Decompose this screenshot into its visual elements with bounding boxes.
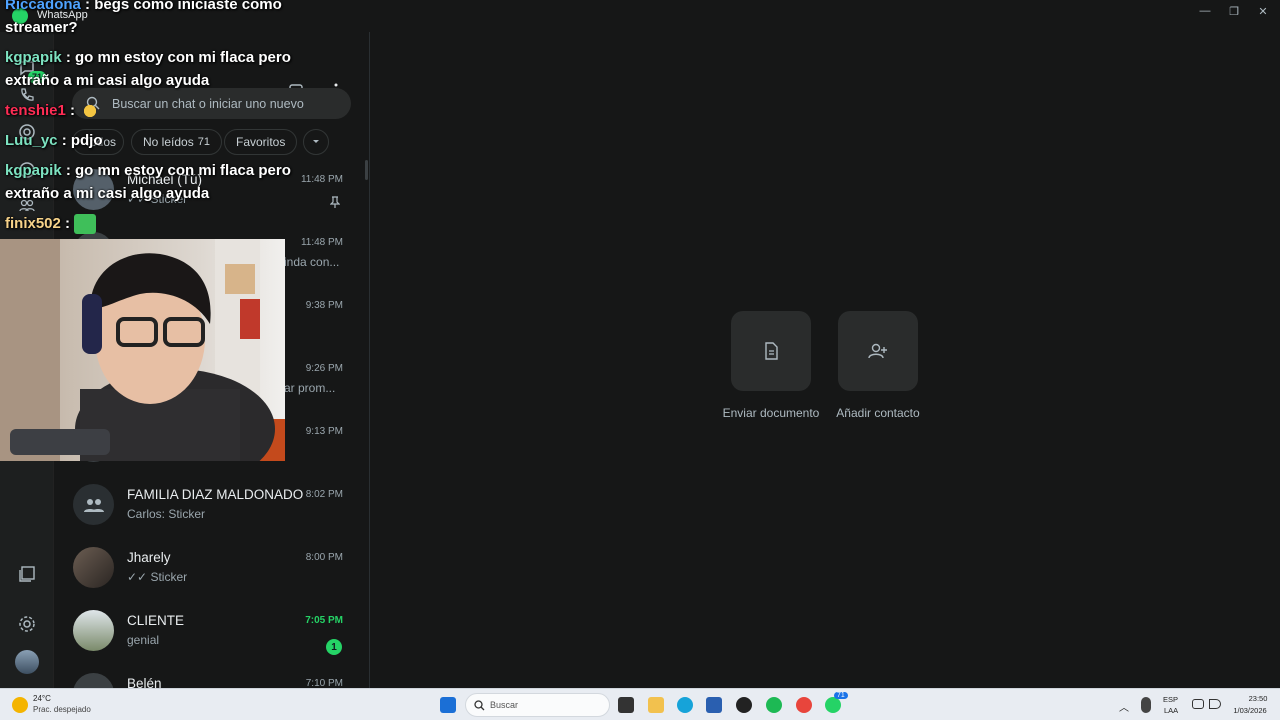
settings-gear-icon[interactable] [17, 614, 37, 634]
stream-chat-message: finix502 : [5, 212, 305, 235]
stream-chat-username: kgpapik [5, 162, 62, 179]
chat-time: 8:02 PM [305, 489, 343, 500]
stream-chat-username: kgpapik [5, 49, 62, 66]
add-contact-label: Añadir contacto [836, 406, 920, 420]
search-icon [474, 700, 485, 711]
edge-icon[interactable] [677, 697, 693, 713]
chat-time: 7:05 PM [305, 615, 343, 626]
stream-chat-message: kgpapik : go mn estoy con mi flaca pero … [5, 159, 305, 205]
chat-preview: Carlos: Sticker [127, 507, 206, 521]
stream-chat-message: Riccadona : begs como iniciaste como str… [5, 0, 305, 39]
chat-row[interactable]: Belén 7:10 PM [54, 664, 369, 688]
chat-time: 9:38 PM [305, 300, 343, 311]
add-contact-button[interactable] [838, 311, 918, 391]
chat-avatar [73, 547, 114, 588]
chat-preview: ✓✓ Sticker [127, 570, 188, 584]
chat-preview: ar prom... [284, 381, 336, 395]
pin-icon [330, 196, 340, 208]
unread-badge: 1 [326, 639, 342, 655]
stream-chat-message: tenshie1 : [5, 99, 305, 122]
streamer-webcam-image [0, 239, 285, 461]
chat-time: 11:48 PM [300, 174, 343, 185]
chat-name: FAMILIA DIAZ MALDONADO [127, 487, 304, 502]
keyboard-layout: LAA [1164, 706, 1179, 715]
crown-emote-icon [79, 101, 102, 122]
add-contact-icon [868, 343, 887, 359]
chat-preview: genial [127, 633, 160, 647]
volume-icon[interactable] [1209, 699, 1221, 709]
stream-chat-text: : [70, 102, 76, 119]
obs-icon[interactable] [736, 697, 752, 713]
chat-name: Belén [127, 676, 162, 688]
green-emote-icon [74, 214, 97, 235]
group-avatar-icon [73, 484, 114, 525]
stream-chat-text: : [65, 215, 71, 232]
chat-row[interactable]: Jharely ✓✓ Sticker 8:00 PM [54, 538, 369, 601]
chat-time: 9:13 PM [305, 426, 343, 437]
chat-time: 7:10 PM [305, 678, 343, 688]
stream-chat-username: Luu_yc [5, 132, 58, 149]
whatsapp-taskbar-icon[interactable] [825, 697, 841, 713]
language-code[interactable]: ESP [1163, 695, 1178, 704]
windows-taskbar: 24°C Prac. despejado Buscar 71 ︿ ESP LAA… [0, 688, 1280, 720]
file-explorer-icon[interactable] [648, 697, 664, 713]
spotify-icon[interactable] [766, 697, 782, 713]
clock-time[interactable]: 23:50 [1238, 694, 1278, 703]
clock-date: 1/03/2026 [1233, 706, 1267, 715]
chat-preview: inda con... [284, 255, 340, 269]
profile-avatar[interactable] [15, 650, 39, 674]
taskbar-search[interactable]: Buscar [465, 693, 610, 717]
chat-row[interactable]: CLIENTE genial 7:05 PM 1 [54, 601, 369, 664]
filter-more-dropdown[interactable] [303, 129, 329, 155]
weather-temp: 24°C [33, 694, 51, 703]
stream-chat-message: Luu_yc : pdjo [5, 129, 305, 152]
chat-name: CLIENTE [127, 613, 185, 628]
chat-list-scrollbar[interactable] [365, 160, 368, 180]
chat-time: 11:48 PM [300, 237, 343, 248]
chat-avatar [73, 673, 114, 688]
media-gallery-icon[interactable] [17, 564, 37, 584]
chevron-up-icon[interactable]: ︿ [1119, 699, 1129, 714]
weather-condition: Prac. despejado [33, 705, 91, 714]
whatsapp-taskbar-badge: 71 [834, 692, 848, 699]
chrome-icon[interactable] [796, 697, 812, 713]
close-button[interactable]: ✕ [1246, 0, 1280, 22]
taskbar-search-label: Buscar [490, 700, 519, 710]
chat-avatar [73, 610, 114, 651]
microphone-icon[interactable] [1141, 697, 1151, 713]
document-icon [765, 342, 778, 360]
stream-chat-text: : pdjo [61, 132, 103, 149]
chat-name: Jharely [127, 550, 171, 565]
chevron-down-icon [313, 140, 319, 143]
task-view-icon[interactable] [618, 697, 634, 713]
webcam-overlay [0, 239, 285, 461]
windows-start-icon[interactable] [440, 697, 456, 713]
stream-chat-username: tenshie1 [5, 102, 66, 119]
weather-icon[interactable] [12, 697, 28, 713]
chat-time: 8:00 PM [305, 552, 343, 563]
store-icon[interactable] [706, 697, 722, 713]
send-document-button[interactable] [731, 311, 811, 391]
stream-chat-username: Riccadona [5, 0, 81, 13]
stream-chat-username: finix502 [5, 215, 61, 232]
stream-chat-message: kgpapik : go mn estoy con mi flaca pero … [5, 46, 305, 92]
chat-row[interactable]: FAMILIA DIAZ MALDONADO Carlos: Sticker 8… [54, 475, 369, 538]
network-icon[interactable] [1192, 699, 1204, 709]
chat-time: 9:26 PM [305, 363, 343, 374]
main-pane: Enviar documento Añadir contacto [371, 32, 1280, 688]
